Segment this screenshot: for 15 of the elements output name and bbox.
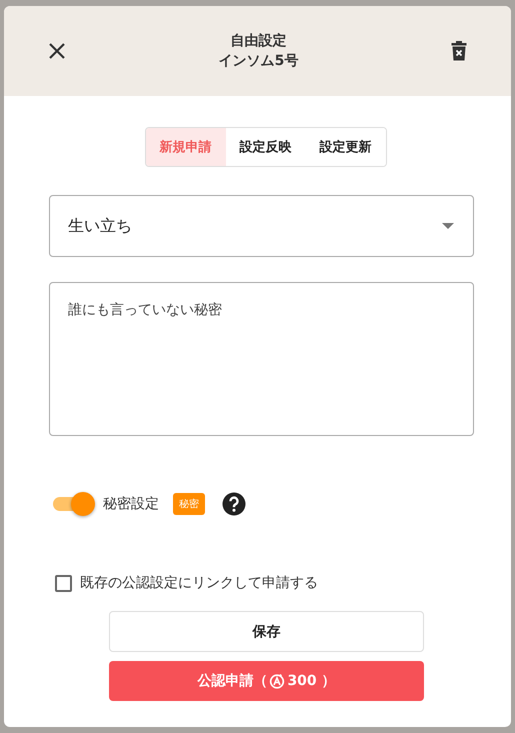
text-area[interactable]: 誰にも言っていない秘密 <box>49 282 474 436</box>
close-icon <box>48 42 66 60</box>
secret-tag: 秘密 <box>173 493 205 515</box>
trash-icon <box>451 41 467 61</box>
toggle-switch[interactable] <box>53 492 95 516</box>
dialog-subtitle: インソム5号 <box>218 52 298 70</box>
dialog-title: 自由設定 <box>230 32 288 50</box>
select-field[interactable]: 生い立ち <box>49 195 474 257</box>
coin-icon <box>269 673 286 689</box>
checkbox[interactable] <box>55 574 72 592</box>
help-icon[interactable] <box>222 492 246 516</box>
toggle-label: 秘密設定 <box>103 495 159 513</box>
dropdown-icon <box>442 223 454 229</box>
checkbox-label: 既存の公認設定にリンクして申請する <box>80 574 318 592</box>
save-button[interactable]: 保存 <box>109 611 424 652</box>
